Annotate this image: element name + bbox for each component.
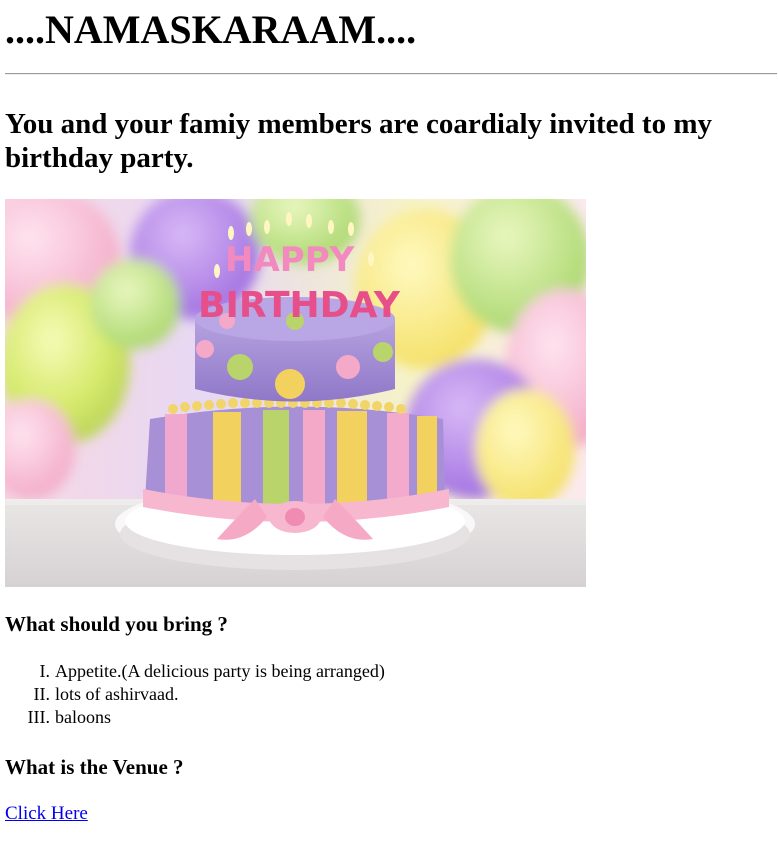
cake-text-birthday: BIRTHDAY xyxy=(198,285,401,326)
bring-heading: What should you bring ? xyxy=(5,612,228,636)
venue-link[interactable]: Click Here xyxy=(5,803,88,825)
list-item-text: lots of ashirvaad. xyxy=(55,684,179,704)
list-item-number: I. xyxy=(39,661,51,681)
invitation-text: You and your famiy members are coardialy… xyxy=(5,108,712,174)
list-item: II. lots of ashirvaad. xyxy=(34,683,385,706)
list-item-text: baloons xyxy=(55,707,111,727)
list-item-number: III. xyxy=(27,707,50,727)
bring-list: I. Appetite.(A delicious party is being … xyxy=(28,660,385,729)
page: ....NAMASKARAAM.... You and your famiy m… xyxy=(0,0,778,851)
divider xyxy=(5,73,777,75)
cake-text-happy: HAPPY xyxy=(225,240,355,280)
list-item-number: II. xyxy=(33,684,51,704)
list-item: III. baloons xyxy=(28,706,385,729)
birthday-cake-photo: HAPPY BIRTHDAY xyxy=(5,199,586,587)
list-item: I. Appetite.(A delicious party is being … xyxy=(40,660,385,683)
list-item-text: Appetite.(A delicious party is being arr… xyxy=(55,661,385,681)
venue-heading: What is the Venue ? xyxy=(5,755,184,779)
page-title: ....NAMASKARAAM.... xyxy=(5,7,417,52)
